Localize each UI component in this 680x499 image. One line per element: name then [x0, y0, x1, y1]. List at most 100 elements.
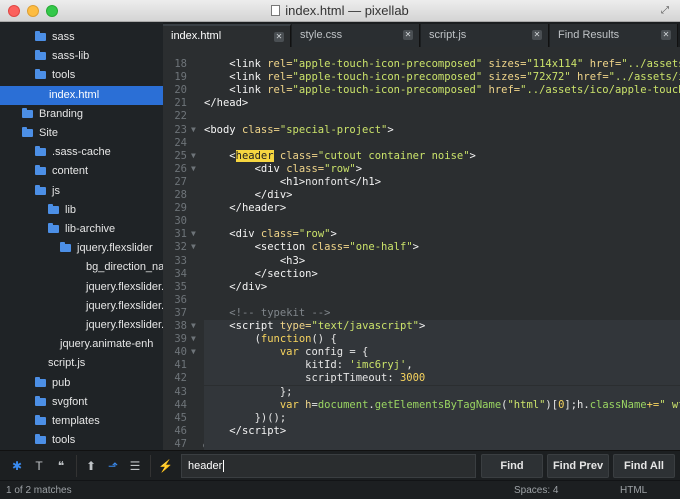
sidebar-item-label: bg_direction_nav [86, 261, 163, 274]
code-line[interactable]: </head> [204, 97, 248, 109]
code-line[interactable]: <!-- typekit --> [204, 307, 330, 319]
code-line[interactable]: <link rel="apple-touch-icon-precomposed"… [204, 58, 680, 70]
fold-arrow-icon[interactable]: ▼ [191, 242, 196, 251]
close-tab-icon[interactable]: ✕ [274, 32, 284, 42]
sidebar-item-label: svgfont [52, 395, 88, 408]
sidebar-folder[interactable]: lib-archive [0, 220, 163, 239]
fold-arrow-icon[interactable]: ▼ [191, 125, 196, 134]
folder-icon [35, 31, 46, 41]
fold-arrow-icon[interactable]: ▼ [191, 334, 196, 343]
code-line[interactable]: })(); [204, 412, 287, 424]
close-tab-icon[interactable]: ✕ [661, 30, 671, 40]
folder-icon [48, 223, 59, 233]
sidebar-folder[interactable]: sass-lib [0, 47, 163, 66]
wrap-toggle-icon[interactable]: ⬆ [84, 459, 98, 473]
sidebar-file[interactable]: jquery.flexslider. [0, 316, 163, 335]
close-tab-icon[interactable]: ✕ [403, 30, 413, 40]
find-bar: ✱ T ❝ ⬆ ⬏ ☰ ⚡ header Find Find Prev Find… [0, 450, 680, 480]
sidebar-item-label: content [52, 165, 89, 178]
sidebar-folder[interactable]: content [0, 162, 163, 181]
fold-arrow-icon[interactable]: ▼ [191, 164, 196, 173]
in-selection-toggle-icon[interactable]: ⬏ [106, 459, 120, 473]
code-line[interactable]: <h3> [204, 255, 305, 267]
code-line[interactable]: <link rel="apple-touch-icon-precomposed"… [204, 84, 680, 96]
whole-word-toggle-icon[interactable]: ❝ [54, 459, 68, 473]
sidebar-item-label: .sass-cache [52, 146, 111, 159]
code-line[interactable]: (function() { [204, 333, 337, 345]
code-line[interactable]: var config = { [204, 346, 369, 358]
sidebar-file[interactable]: bg_direction_nav [0, 258, 163, 277]
indentation-setting[interactable]: Spaces: 4 [514, 481, 558, 499]
sidebar-folder[interactable]: tools [0, 66, 163, 85]
line-number: 25 [174, 149, 187, 162]
line-number: 39 [174, 333, 187, 346]
regex-toggle-icon[interactable]: ✱ [10, 459, 24, 473]
code-line[interactable]: }; [204, 386, 293, 398]
sidebar-item-label: script.js [48, 357, 86, 370]
fold-arrow-icon[interactable]: ▼ [191, 229, 196, 238]
close-tab-icon[interactable]: ✕ [532, 30, 542, 40]
title-bar: index.html — pixellab ⤢ [0, 0, 680, 22]
find-all-button[interactable]: Find All [613, 454, 675, 478]
line-number: 24 [174, 136, 187, 149]
code-line[interactable]: </section> [204, 268, 318, 280]
code-line[interactable]: </div> [204, 281, 267, 293]
case-sensitive-toggle-icon[interactable]: T [32, 459, 46, 473]
sidebar-file[interactable]: jquery.animate-enh [0, 335, 163, 354]
find-button[interactable]: Find [481, 454, 543, 478]
sidebar-folder[interactable]: templates [0, 412, 163, 431]
line-number: 19 [174, 71, 187, 84]
sidebar-folder[interactable]: jquery.flexslider [0, 239, 163, 258]
match-count: 1 of 2 matches [6, 485, 72, 496]
folder-icon [35, 184, 46, 195]
tab-script-js[interactable]: script.js ✕ [421, 24, 549, 47]
code-line[interactable]: <h1>nonfont</h1> [204, 176, 381, 188]
sidebar-folder[interactable]: pub [0, 374, 163, 393]
sidebar-folder[interactable]: lib [0, 201, 163, 220]
code-line[interactable]: <section class="one-half"> [204, 241, 419, 253]
folder-icon [35, 50, 46, 61]
folder-icon [35, 165, 46, 176]
sidebar-folder[interactable]: js [0, 182, 163, 201]
code-editor[interactable]: 18 <link rel="apple-touch-icon-precompos… [163, 47, 680, 450]
sidebar-item-label: sass [52, 31, 75, 43]
status-bar: 1 of 2 matches Spaces: 4 HTML [0, 480, 680, 499]
sidebar-folder[interactable]: Site [0, 124, 163, 143]
tab-find-results[interactable]: Find Results ✕ [550, 24, 678, 47]
code-line[interactable]: <body class="special-project"> [204, 124, 394, 136]
fold-arrow-icon[interactable]: ▼ [191, 151, 196, 160]
code-line[interactable]: <header class="cutout container noise"> [204, 149, 476, 162]
code-line[interactable]: </div> [204, 189, 293, 201]
code-line[interactable]: </script> [204, 425, 286, 437]
sidebar-item-label: jquery.flexslider [77, 242, 153, 255]
code-line[interactable]: <div class="row"> [204, 228, 337, 240]
find-input[interactable]: header [181, 454, 476, 478]
sidebar-folder[interactable]: .sass-cache [0, 143, 163, 162]
code-line[interactable]: </header> [204, 202, 286, 214]
find-as-you-type-icon[interactable]: ⚡ [158, 459, 173, 473]
sidebar-item-label: jquery.flexslider. [86, 280, 163, 293]
find-prev-button[interactable]: Find Prev [547, 454, 609, 478]
sidebar-folder[interactable]: tools [0, 431, 163, 450]
syntax-setting[interactable]: HTML [620, 481, 647, 499]
tab-style-css[interactable]: style.css ✕ [292, 24, 420, 47]
code-line[interactable]: scriptTimeout: 3000 [204, 372, 425, 384]
code-line[interactable]: var h=document.getElementsByTagName("htm… [204, 399, 680, 411]
sidebar-folder[interactable]: sass [0, 28, 163, 47]
sidebar-file[interactable]: script.js [0, 354, 163, 373]
sidebar-file[interactable]: index.html [0, 85, 163, 105]
fullscreen-icon[interactable]: ⤢ [661, 5, 672, 16]
sidebar-item-label: tools [52, 69, 76, 82]
sidebar-file[interactable]: jquery.flexslider. [0, 278, 163, 297]
tab-index-html[interactable]: index.html ✕ [163, 24, 291, 47]
highlight-matches-toggle-icon[interactable]: ☰ [128, 459, 142, 473]
fold-arrow-icon[interactable]: ▼ [191, 347, 196, 356]
code-line[interactable]: kitId: 'imc6ryj', [204, 359, 413, 371]
code-line[interactable]: <script type="text/javascript"> [204, 320, 425, 332]
code-line[interactable]: <div class="row"> [204, 163, 363, 175]
sidebar-folder[interactable]: svgfont [0, 393, 163, 412]
fold-arrow-icon[interactable]: ▼ [191, 321, 196, 330]
code-line[interactable]: <link rel="apple-touch-icon-precomposed"… [204, 71, 680, 83]
sidebar-file[interactable]: jquery.flexslider. [0, 297, 163, 316]
sidebar-folder[interactable]: Branding [0, 105, 163, 124]
